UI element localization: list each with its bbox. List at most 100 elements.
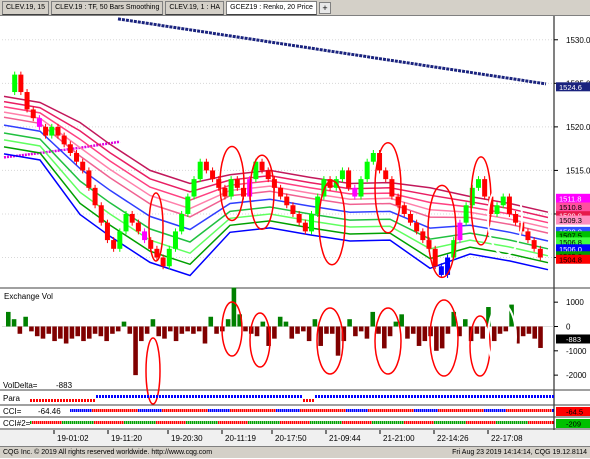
para-dot <box>420 395 422 398</box>
volume-bar <box>474 326 480 334</box>
cci-dot <box>312 409 314 412</box>
para-dot <box>207 395 209 398</box>
cci2-dot <box>336 421 338 424</box>
cci2-dot <box>244 421 246 424</box>
renko-bar <box>475 179 481 188</box>
cci-dot <box>522 409 524 412</box>
renko-bar <box>123 213 129 232</box>
para-dot <box>282 395 284 398</box>
para-dot <box>174 395 176 398</box>
cci-dot <box>222 409 224 412</box>
para-dot <box>513 395 515 398</box>
cci-dot <box>294 409 296 412</box>
para-dot <box>153 395 155 398</box>
cci2-dot <box>500 421 502 424</box>
cci-dot <box>84 409 86 412</box>
cci2-dot <box>94 421 96 424</box>
cci-dot <box>146 409 148 412</box>
cci-dot <box>324 409 326 412</box>
volume-bar <box>445 326 451 334</box>
renko-bar <box>49 126 55 136</box>
cci2-dot <box>384 421 386 424</box>
cci2-dot <box>48 421 50 424</box>
volume-bar <box>225 319 231 327</box>
cci-dot <box>382 409 384 412</box>
chart-canvas[interactable]: 1530.01525.01520.01515.01510.01505.01524… <box>0 16 590 446</box>
renko-bar <box>284 196 290 206</box>
para-dot <box>126 395 128 398</box>
chart-tab-2[interactable]: CLEV.19, 1 : HA <box>165 0 225 15</box>
cci2-dot <box>202 421 204 424</box>
para-dot <box>393 395 395 398</box>
cci-dot <box>212 409 214 412</box>
cci2-dot <box>348 421 350 424</box>
cci-dot <box>206 409 208 412</box>
cci-dot <box>500 409 502 412</box>
cci-dot <box>548 409 550 412</box>
cci-dot <box>388 409 390 412</box>
cci-dot <box>248 409 250 412</box>
copyright-text: CQG Inc. © 2019 All rights reserved worl… <box>3 449 213 456</box>
para-dot <box>48 399 50 402</box>
cci2-dot <box>302 421 304 424</box>
cci-dot <box>542 409 544 412</box>
cci2-dot <box>58 421 60 424</box>
chart-tab-1[interactable]: CLEV.19 : TF, 50 Bars Smoothing <box>51 0 164 15</box>
chart-tab-0[interactable]: CLEV.19, 15 <box>2 0 50 15</box>
renko-bar <box>55 126 61 136</box>
cci-dot <box>274 409 276 412</box>
volume-bar <box>46 326 52 334</box>
add-tab-button[interactable]: + <box>318 1 331 14</box>
cci-dot <box>162 409 164 412</box>
cci-dot <box>442 409 444 412</box>
cci-dot <box>536 409 538 412</box>
cci2-dot <box>42 421 44 424</box>
volume-bar <box>480 326 485 339</box>
para-dot <box>129 395 131 398</box>
cci-dot <box>134 409 136 412</box>
renko-bar <box>80 161 86 171</box>
para-dot <box>90 399 92 402</box>
para-dot <box>195 395 197 398</box>
cci2-dot <box>164 421 166 424</box>
cci2-dot <box>314 421 316 424</box>
para-dot <box>414 395 416 398</box>
para-dot <box>309 399 311 402</box>
cci-dot <box>232 409 234 412</box>
cci-dot <box>426 409 428 412</box>
cci-dot <box>94 409 96 412</box>
cci2-dot <box>528 421 530 424</box>
cci-dot <box>86 409 88 412</box>
cci2-dot <box>274 421 276 424</box>
cci2-dot <box>278 421 280 424</box>
cci2-dot <box>102 421 104 424</box>
volume-bar <box>491 326 497 342</box>
renko-bar <box>98 205 104 223</box>
cci2-dot <box>276 421 278 424</box>
chart-tab-3[interactable]: GCEZ19 : Renko, 20 Price <box>226 0 317 15</box>
renko-bar <box>414 222 420 232</box>
volume-tick-label: -1000 <box>566 347 587 356</box>
renko-bar <box>457 222 463 241</box>
cci2-dot <box>492 421 494 424</box>
para-dot <box>171 395 173 398</box>
cci-dot <box>348 409 350 412</box>
cci-dot <box>338 409 340 412</box>
cci2-dot <box>60 421 62 424</box>
para-dot <box>81 399 83 402</box>
cci-dot <box>82 409 84 412</box>
cci2-dot <box>238 421 240 424</box>
para-dot <box>57 399 59 402</box>
volume-bar <box>191 326 196 334</box>
cci2-dot <box>476 421 478 424</box>
renko-bar <box>389 179 395 197</box>
para-dot <box>198 395 200 398</box>
cci2-dot <box>486 421 488 424</box>
para-dot <box>510 395 512 398</box>
para-dot <box>231 395 233 398</box>
cci-dot <box>196 409 198 412</box>
cci2-dot <box>434 421 436 424</box>
cci2-dot <box>358 421 360 424</box>
para-dot <box>84 399 86 402</box>
cci-dot <box>330 409 332 412</box>
